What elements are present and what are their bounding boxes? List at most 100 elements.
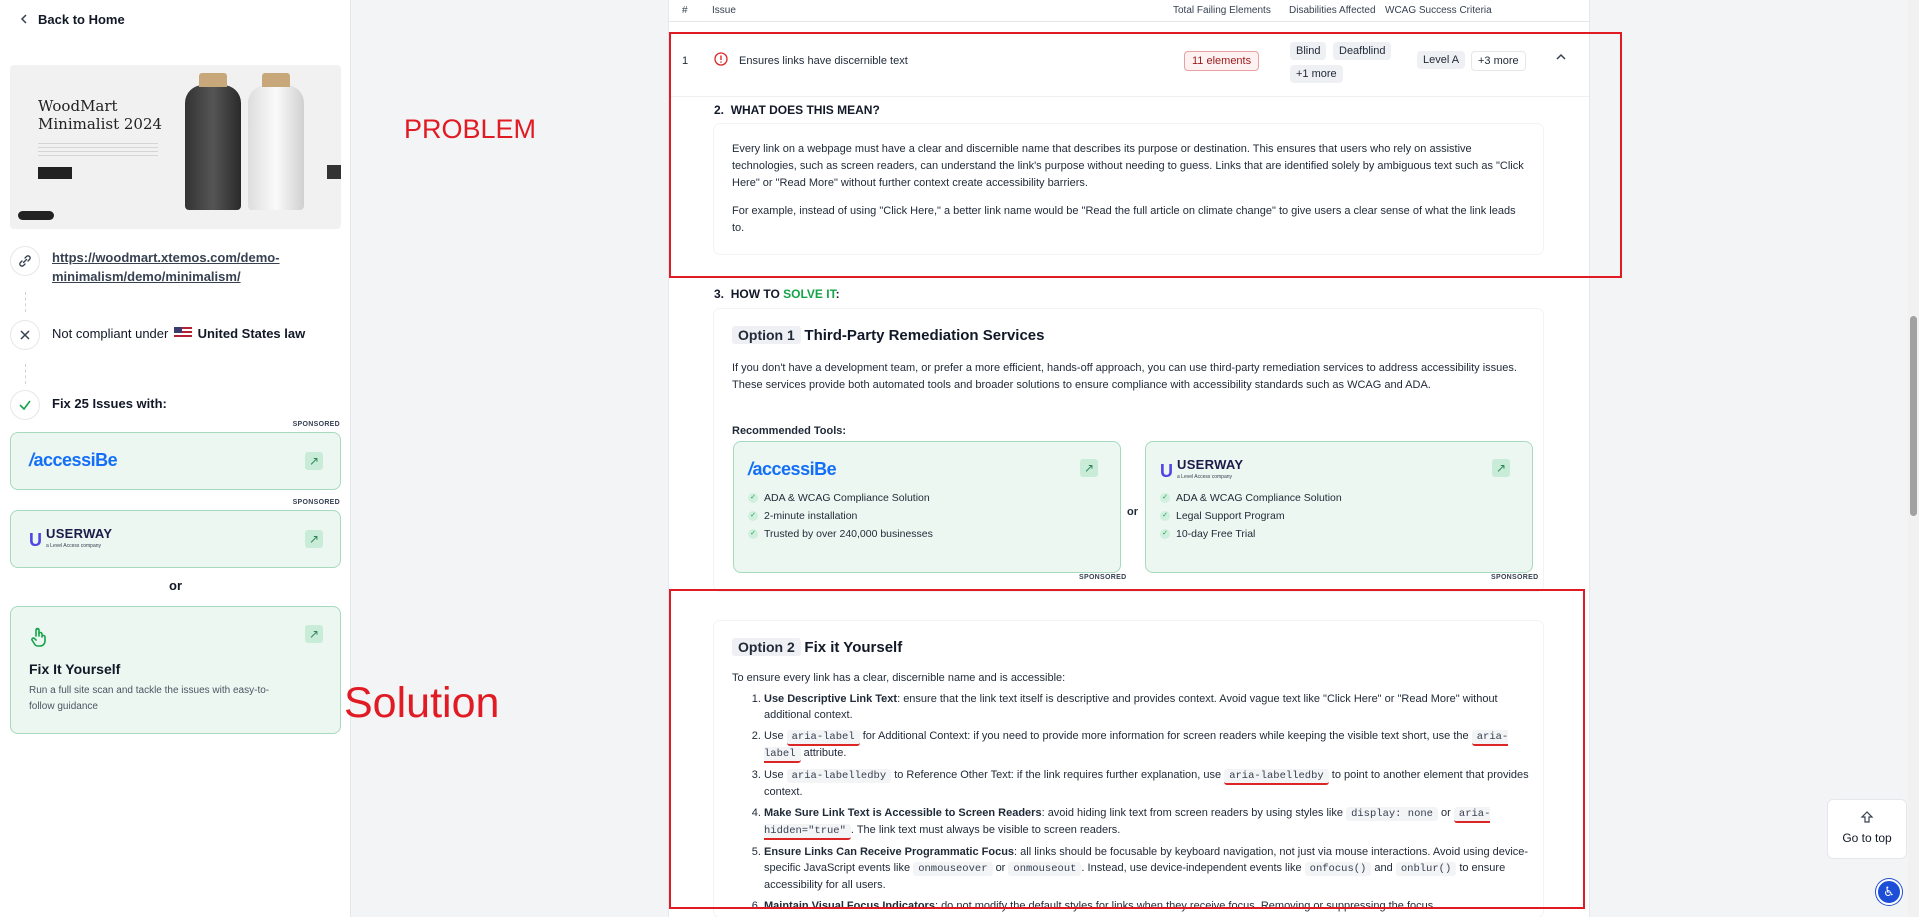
meaning-paragraph-2: For example, instead of using "Click Her… — [732, 205, 1516, 234]
feature-item: ✓ ADA & WCAG Compliance Solution — [1160, 492, 1342, 504]
or-divider: or — [1127, 506, 1138, 518]
table-header: # Issue Total Failing Elements Disabilit… — [669, 0, 1589, 22]
feature-item: ✓ ADA & WCAG Compliance Solution — [748, 492, 933, 504]
option1-body: If you don't have a development team, or… — [732, 362, 1517, 391]
chevron-up-icon[interactable] — [1555, 52, 1567, 65]
row-divider — [669, 96, 1589, 97]
feature-item: ✓ Trusted by over 240,000 businesses — [748, 528, 933, 540]
scrollbar-thumb[interactable] — [1910, 316, 1917, 516]
fix-it-yourself-card[interactable]: ↗ Fix It Yourself Run a full site scan a… — [10, 606, 341, 734]
accessibility-widget-button[interactable]: ♿ — [1876, 879, 1902, 905]
list-item: Ensure Links Can Receive Programmatic Fo… — [764, 844, 1532, 893]
option2-intro: To ensure every link has a clear, discer… — [732, 672, 1066, 684]
option2-title: Option 2 Fix it Yourself — [732, 638, 902, 656]
link-icon — [10, 246, 40, 276]
list-item: Use aria-labelledby to Reference Other T… — [764, 767, 1532, 800]
arrow-up-icon — [1828, 810, 1906, 827]
go-to-top-button[interactable]: Go to top — [1827, 799, 1907, 859]
arrow-up-right-icon: ↗ — [305, 530, 323, 548]
option1-title: Option 1 Third-Party Remediation Service… — [732, 326, 1045, 344]
option2-section: Option 2 Fix it Yourself To ensure every… — [714, 621, 1543, 917]
close-icon — [10, 320, 40, 350]
compliance-country: United States law — [197, 326, 306, 341]
meaning-heading: 2. WHAT DOES THIS MEAN? — [714, 103, 880, 117]
check-icon: ✓ — [1160, 493, 1170, 503]
meaning-paragraph-1: Every link on a webpage must have a clea… — [732, 143, 1524, 189]
solve-heading: 3. HOW TO SOLVE IT: — [714, 287, 840, 301]
check-icon: ✓ — [1160, 529, 1170, 539]
back-to-home-link[interactable]: Back to Home — [20, 12, 125, 27]
feature-item: ✓ 10-day Free Trial — [1160, 528, 1342, 540]
sponsored-label: SPONSORED — [1491, 574, 1539, 581]
userway-card[interactable]: U USERWAY a Level Access company ↗ — [10, 510, 341, 568]
preview-badge — [18, 211, 54, 220]
chevron-left-icon — [20, 12, 28, 27]
solution-annotation: Solution — [344, 679, 500, 727]
fix-issues-label: Fix 25 Issues with: — [52, 396, 167, 411]
fix-steps-list: Use Descriptive Link Text: ensure that t… — [732, 691, 1532, 917]
fix-it-yourself-description: Run a full site scan and tackle the issu… — [29, 685, 270, 712]
accessibe-logo: /accessiBe — [29, 450, 118, 470]
list-item: Maintain Visual Focus Indicators: do not… — [764, 898, 1532, 914]
site-preview-thumbnail: WoodMart Minimalist 2024 — [10, 65, 341, 229]
compliance-status: Not compliant under United States law — [52, 320, 305, 341]
header-issue: Issue — [712, 5, 736, 16]
wcag-more-chip[interactable]: +3 more — [1471, 51, 1526, 71]
recommended-tools-label: Recommended Tools: — [732, 425, 847, 437]
preview-product-dark — [185, 73, 241, 210]
meaning-body: Every link on a webpage must have a clea… — [714, 124, 1543, 254]
step-connector — [25, 292, 26, 312]
table-row[interactable]: 1 Ensures links have discernible text 11… — [669, 38, 1589, 86]
compliance-step: Not compliant under United States law — [10, 320, 305, 350]
compliance-prefix: Not compliant under — [52, 326, 169, 341]
disability-more-chip[interactable]: +1 more — [1290, 65, 1343, 83]
arrow-up-right-icon: ↗ — [1080, 459, 1098, 477]
header-failing: Total Failing Elements — [1173, 5, 1271, 16]
accessibe-card[interactable]: /accessiBe ↗ — [10, 432, 341, 490]
accessibility-icon: ♿ — [1883, 884, 1895, 899]
accessibe-tool-card[interactable]: /accessiBe ↗ ✓ ADA & WCAG Compliance Solu… — [733, 441, 1121, 573]
userway-u-icon: U — [29, 529, 42, 550]
check-icon: ✓ — [1160, 511, 1170, 521]
alert-circle-icon — [714, 52, 728, 69]
url-step: https://woodmart.xtemos.com/demo-minimal… — [10, 246, 322, 286]
fix-step: Fix 25 Issues with: — [10, 390, 167, 420]
us-flag-icon — [173, 327, 192, 339]
or-divider: or — [169, 578, 182, 593]
arrow-up-right-icon: ↗ — [305, 452, 323, 470]
list-item: Make Sure Link Text is Accessible to Scr… — [764, 805, 1532, 840]
fix-it-yourself-title: Fix It Yourself — [29, 661, 121, 677]
preview-product-light — [248, 73, 304, 210]
go-to-top-label: Go to top — [1842, 831, 1892, 845]
page-scrollbar[interactable] — [1908, 0, 1919, 917]
hand-pointer-icon — [29, 627, 47, 650]
step-connector — [25, 364, 26, 384]
list-item: Use aria-label for Additional Context: i… — [764, 728, 1532, 763]
header-wcag: WCAG Success Criteria — [1385, 5, 1492, 16]
preview-text-lines — [38, 143, 158, 159]
failing-elements-badge: 11 elements — [1184, 51, 1260, 71]
header-index: # — [682, 5, 688, 16]
problem-annotation: PROBLEM — [404, 114, 537, 144]
userway-features: ✓ ADA & WCAG Compliance Solution ✓ Legal S… — [1160, 492, 1342, 546]
userway-tool-card[interactable]: U USERWAY a Level Access company ↗ ✓ ADA &… — [1145, 441, 1533, 573]
preview-button — [38, 167, 72, 179]
back-label: Back to Home — [38, 12, 125, 27]
userway-u-icon: U — [1160, 460, 1173, 481]
check-icon: ✓ — [748, 529, 758, 539]
feature-item: ✓ Legal Support Program — [1160, 510, 1342, 522]
sponsored-label: SPONSORED — [292, 499, 340, 506]
list-item: Use Descriptive Link Text: ensure that t… — [764, 691, 1532, 723]
sponsored-label: SPONSORED — [292, 421, 340, 428]
sidebar: Back to Home WoodMart Minimalist 2024 ht… — [0, 0, 351, 917]
check-icon: ✓ — [748, 511, 758, 521]
issue-details-panel: # Issue Total Failing Elements Disabilit… — [668, 0, 1590, 917]
userway-logo: U USERWAY a Level Access company — [1160, 457, 1244, 481]
issue-title: Ensures links have discernible text — [739, 55, 908, 67]
scanned-url-link[interactable]: https://woodmart.xtemos.com/demo-minimal… — [52, 246, 322, 286]
accessibe-features: ✓ ADA & WCAG Compliance Solution ✓ 2-minut… — [748, 492, 933, 546]
check-icon: ✓ — [748, 493, 758, 503]
preview-title: WoodMart Minimalist 2024 — [38, 97, 163, 133]
disability-chip: Deafblind — [1333, 42, 1392, 60]
row-index: 1 — [682, 55, 689, 67]
